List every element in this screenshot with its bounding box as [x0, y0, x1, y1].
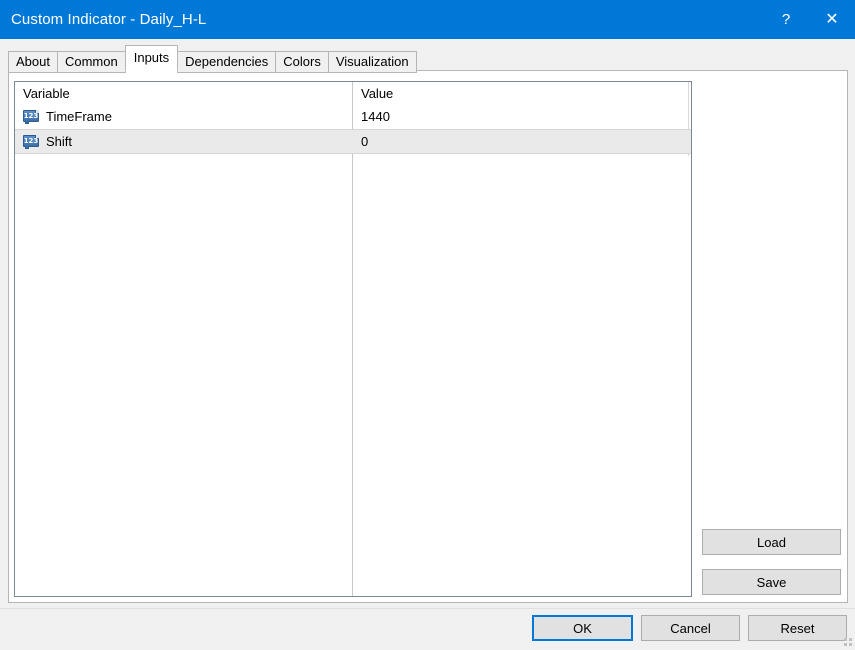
variable-name-timeframe: TimeFrame [46, 109, 112, 124]
grid-header-value: Value [352, 86, 691, 101]
close-icon[interactable]: ✕ [809, 0, 855, 39]
help-icon[interactable]: ? [763, 0, 809, 39]
tab-colors[interactable]: Colors [275, 51, 329, 73]
table-row[interactable]: 123 Shift 0 [15, 129, 691, 154]
table-row[interactable]: 123 TimeFrame 1440 [15, 104, 691, 129]
resize-grip[interactable] [841, 635, 852, 646]
inputs-grid[interactable]: Variable Value 123 TimeFrame 1440 [14, 81, 692, 597]
load-button[interactable]: Load [702, 529, 841, 555]
variable-value-timeframe[interactable]: 1440 [352, 109, 691, 124]
cancel-button[interactable]: Cancel [641, 615, 740, 641]
variable-name-shift: Shift [46, 134, 72, 149]
tab-common[interactable]: Common [57, 51, 126, 73]
grid-cell-variable: 123 Shift [15, 134, 352, 149]
tabstrip: About Common Inputs Dependencies Colors … [8, 47, 416, 71]
number-type-icon: 123 [23, 109, 39, 124]
tab-dependencies[interactable]: Dependencies [177, 51, 276, 73]
tab-about[interactable]: About [8, 51, 58, 73]
tab-inputs[interactable]: Inputs [125, 45, 178, 71]
tab-visualization[interactable]: Visualization [328, 51, 417, 73]
variable-value-shift[interactable]: 0 [352, 134, 691, 149]
number-type-icon-label: 123 [23, 135, 39, 147]
window-title: Custom Indicator - Daily_H-L [0, 11, 206, 28]
number-type-icon: 123 [23, 134, 39, 149]
grid-column-divider[interactable] [352, 82, 353, 596]
number-type-icon-label: 123 [23, 110, 39, 122]
titlebar: Custom Indicator - Daily_H-L ? ✕ [0, 0, 855, 39]
grid-cell-variable: 123 TimeFrame [15, 109, 352, 124]
custom-indicator-dialog: Custom Indicator - Daily_H-L ? ✕ About C… [0, 0, 855, 649]
grid-header-row: Variable Value [15, 82, 691, 104]
save-button[interactable]: Save [702, 569, 841, 595]
ok-button[interactable]: OK [532, 615, 633, 641]
reset-button[interactable]: Reset [748, 615, 847, 641]
grid-header-variable: Variable [15, 86, 352, 101]
